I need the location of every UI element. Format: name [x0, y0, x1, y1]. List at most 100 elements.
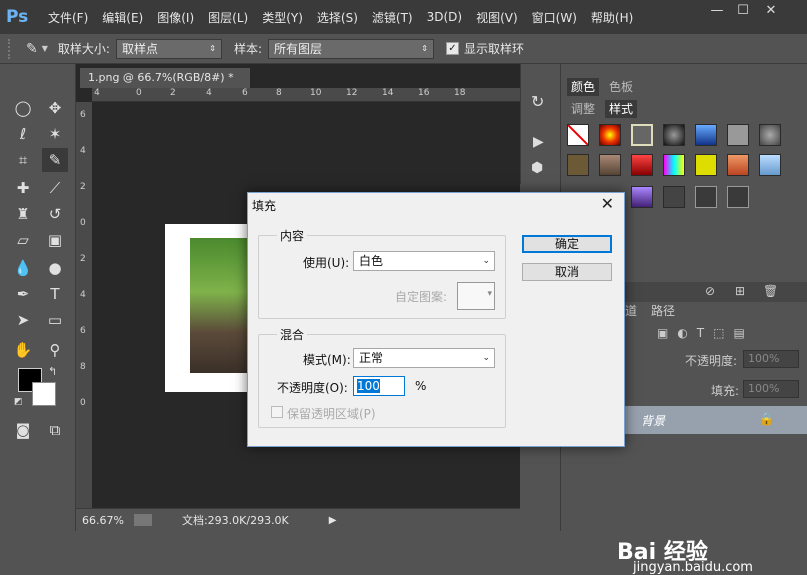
dodge-tool-icon[interactable]: ● [42, 256, 68, 280]
cancel-button[interactable]: 取消 [522, 263, 612, 281]
ruler-tick-label: 18 [454, 88, 466, 98]
background-color-swatch[interactable] [32, 382, 56, 406]
style-swatch[interactable] [599, 124, 621, 146]
eraser-tool-icon[interactable]: ▱ [10, 228, 36, 252]
quick-mask-icon[interactable]: ◙ [10, 418, 36, 442]
dialog-close-icon[interactable]: ✕ [601, 194, 614, 213]
new-style-icon[interactable]: ⊞ [735, 284, 745, 298]
style-swatch-none[interactable] [567, 124, 589, 146]
zoom-tool-icon[interactable]: ⚲ [42, 338, 68, 362]
marquee-tool-icon[interactable]: ◯ [10, 96, 36, 120]
opacity-input[interactable]: 100 [353, 376, 405, 396]
style-swatch[interactable] [567, 154, 589, 176]
tab-swatches[interactable]: 色板 [605, 78, 637, 96]
menu-image[interactable]: 图像(I) [157, 9, 194, 26]
mode-select[interactable]: 正常 ⌄ [353, 348, 495, 368]
tab-paths[interactable]: 路径 [647, 302, 679, 320]
style-swatch[interactable] [727, 154, 749, 176]
menu-layer[interactable]: 图层(L) [208, 9, 248, 26]
status-menu-arrow-icon[interactable]: ▶ [329, 515, 337, 526]
lasso-tool-icon[interactable]: ℓ [10, 122, 36, 146]
move-tool-icon[interactable]: ✥ [42, 96, 68, 120]
menu-file[interactable]: 文件(F) [48, 9, 88, 26]
menu-window[interactable]: 窗口(W) [532, 9, 577, 26]
maximize-button[interactable]: ☐ [732, 3, 754, 19]
tab-color[interactable]: 颜色 [567, 78, 600, 96]
magic-wand-icon[interactable]: ✶ [42, 122, 68, 146]
chevron-down-icon: ⌄ [482, 256, 490, 266]
minimize-button[interactable]: — [706, 3, 728, 19]
path-select-icon[interactable]: ➤ [10, 308, 36, 332]
actions-play-icon[interactable]: ▶ [533, 134, 544, 150]
custom-pattern-picker[interactable]: ▾ [457, 282, 495, 310]
grip-handle[interactable] [8, 38, 16, 59]
style-swatch[interactable] [663, 154, 685, 176]
style-swatch[interactable] [727, 186, 749, 208]
close-window-button[interactable]: ✕ [760, 3, 782, 19]
shape-tool-icon[interactable]: ▭ [42, 308, 68, 332]
brush-tool-icon[interactable]: ⟋ [42, 176, 68, 200]
blur-tool-icon[interactable]: 💧 [10, 256, 36, 280]
no-entry-icon[interactable]: ⊘ [705, 284, 715, 298]
menu-select[interactable]: 选择(S) [317, 9, 358, 26]
style-swatch[interactable] [695, 124, 717, 146]
style-swatch[interactable] [727, 124, 749, 146]
use-value: 白色 [359, 254, 384, 268]
hand-tool-icon[interactable]: ✋ [10, 338, 36, 362]
screen-mode-icon[interactable]: ⧉ [42, 418, 68, 442]
ruler-tick-label: 0 [136, 88, 142, 98]
layer-name: 背景 [641, 414, 666, 428]
ok-button[interactable]: 确定 [522, 235, 612, 253]
use-select[interactable]: 白色 ⌄ [353, 251, 495, 271]
stamp-tool-icon[interactable]: ♜ [10, 202, 36, 226]
3d-panel-icon[interactable]: ⬢ [531, 160, 543, 176]
history-brush-icon[interactable]: ↺ [42, 202, 68, 226]
menu-view[interactable]: 视图(V) [476, 9, 518, 26]
ruler-tick-label: 0 [80, 398, 86, 408]
style-swatch[interactable] [695, 186, 717, 208]
crop-tool-icon[interactable]: ⌗ [10, 148, 36, 172]
style-swatch[interactable] [759, 124, 781, 146]
eyedropper-tool-icon[interactable]: ✎ [26, 41, 38, 57]
default-colors-icon[interactable]: ◩ [14, 397, 23, 407]
fill-field[interactable]: 100% [743, 380, 799, 398]
type-tool-icon[interactable]: T [42, 282, 68, 306]
menu-filter[interactable]: 滤镜(T) [372, 9, 413, 26]
history-panel-icon[interactable]: ↻ [531, 92, 544, 111]
layer-filter-icons[interactable]: ▣◐T⬚▤ [657, 326, 754, 340]
tool-preset-dropdown-icon[interactable]: ▼ [42, 44, 48, 53]
style-swatch[interactable] [631, 154, 653, 176]
document-tab[interactable]: 1.png @ 66.7%(RGB/8#) * ✕ [80, 68, 250, 104]
swap-colors-icon[interactable]: ↰ [48, 365, 57, 378]
style-swatch[interactable] [663, 186, 685, 208]
ruler-tick-label: 8 [276, 88, 282, 98]
lock-icon: 🔒 [759, 412, 774, 426]
sample-size-select[interactable]: 取样点 ⇕ [115, 38, 222, 59]
style-swatch[interactable] [599, 154, 621, 176]
sample-size-value: 取样点 [121, 42, 158, 56]
menu-help[interactable]: 帮助(H) [591, 9, 633, 26]
status-view-icon[interactable] [133, 514, 152, 526]
style-swatch[interactable] [631, 186, 653, 208]
zoom-level[interactable]: 66.67% [82, 514, 124, 527]
opacity-field[interactable]: 100% [743, 350, 799, 368]
pen-tool-icon[interactable]: ✒ [10, 282, 36, 306]
show-ring-checkbox[interactable]: ✓ [445, 42, 459, 55]
menu-type[interactable]: 类型(Y) [262, 9, 303, 26]
tab-adjustments[interactable]: 调整 [567, 100, 599, 118]
style-swatch[interactable] [759, 154, 781, 176]
sample-select[interactable]: 所有图层 ⇕ [267, 38, 434, 59]
gradient-tool-icon[interactable]: ▣ [42, 228, 68, 252]
tab-styles[interactable]: 样式 [605, 100, 638, 118]
trash-icon[interactable]: 🗑 [763, 284, 778, 298]
watermark-url: jingyan.baidu.com [633, 560, 753, 575]
style-swatch[interactable] [631, 124, 653, 146]
eyedropper-tool-icon[interactable]: ✎ [42, 148, 68, 172]
menu-edit[interactable]: 编辑(E) [102, 9, 143, 26]
style-swatch[interactable] [695, 154, 717, 176]
menu-3d[interactable]: 3D(D) [427, 10, 462, 24]
healing-brush-icon[interactable]: ✚ [10, 176, 36, 200]
style-swatch[interactable] [663, 124, 685, 146]
mode-label: 模式(M): [303, 353, 351, 367]
preserve-transparency-checkbox[interactable] [271, 406, 283, 418]
